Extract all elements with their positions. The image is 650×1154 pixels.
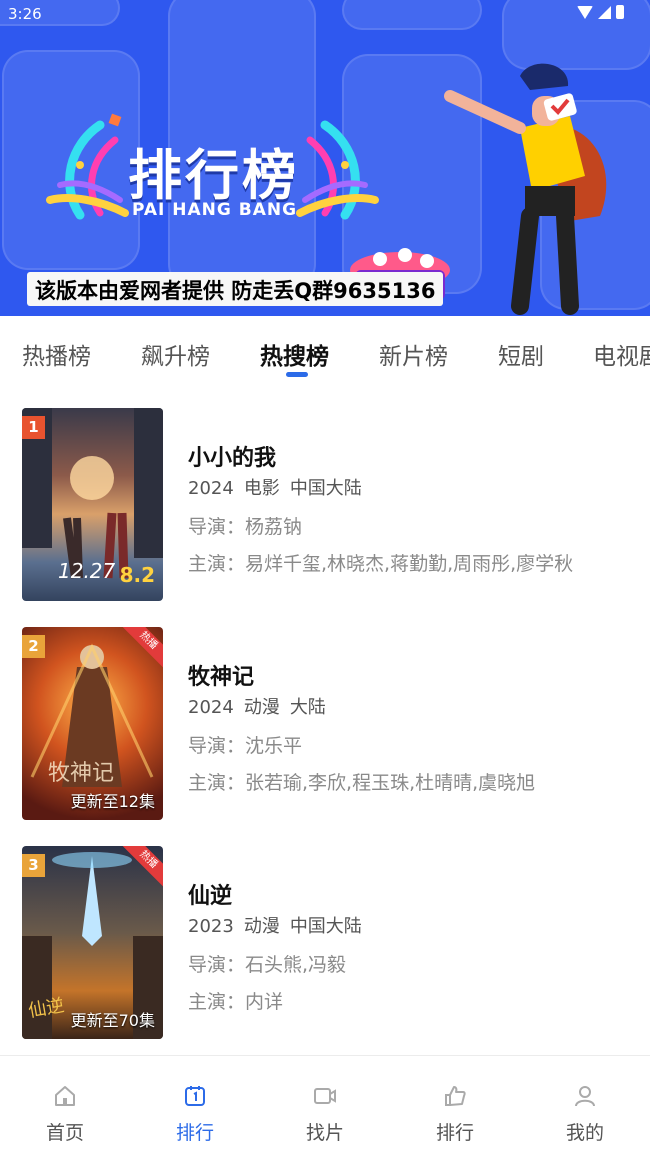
poster-rating: 8.2 bbox=[119, 563, 155, 587]
nav-home-label: 首页 bbox=[45, 1122, 84, 1144]
ranking-banner: 3:26 排行榜 PAI HANG BANG 该版本由爱网者提供 防走丢Q群96… bbox=[0, 0, 650, 316]
tab-hot-play[interactable]: 热播榜 bbox=[22, 337, 91, 371]
rank-badge: 2 bbox=[22, 635, 45, 658]
video-camera-icon bbox=[314, 1088, 336, 1104]
item-meta: 2023 动漫 中国大陆 bbox=[188, 912, 372, 938]
episode-update: 更新至70集 bbox=[70, 1011, 155, 1030]
rank-badge: 1 bbox=[22, 416, 45, 439]
item-director: 导演：沈乐平 bbox=[188, 735, 303, 757]
home-icon bbox=[55, 1086, 75, 1106]
nav-mine[interactable]: 我的 bbox=[545, 1084, 625, 1145]
tab-new-release[interactable]: 新片榜 bbox=[379, 337, 448, 371]
list-item[interactable]: 仙逆 3 热播 更新至70集 仙逆 2023 动漫 中国大陆 导演：石头熊,冯毅 主… bbox=[0, 846, 650, 1040]
ranking-icon bbox=[185, 1086, 205, 1106]
tab-short-drama[interactable]: 短剧 bbox=[498, 337, 544, 371]
poster-image[interactable]: 牧神记 2 热播 更新至12集 bbox=[22, 627, 163, 820]
item-meta: 2024 动漫 大陆 bbox=[188, 693, 336, 719]
ranking-tabs: 热播榜 飙升榜 热搜榜 新片榜 短剧 电视剧 bbox=[0, 316, 650, 388]
logo-title: 排行榜 bbox=[128, 144, 299, 207]
nav-ranking-label: 排行 bbox=[175, 1122, 214, 1144]
item-cast: 主演：内详 bbox=[188, 991, 284, 1013]
item-region: 中国大陆 bbox=[289, 478, 362, 499]
item-title[interactable]: 小小的我 bbox=[188, 440, 276, 472]
poster-image[interactable]: 仙逆 3 热播 更新至70集 bbox=[22, 846, 163, 1039]
item-region: 中国大陆 bbox=[289, 916, 362, 937]
item-title[interactable]: 牧神记 bbox=[188, 659, 254, 691]
poster-date-text: 12.27 bbox=[58, 559, 116, 583]
tab-rising[interactable]: 飙升榜 bbox=[141, 337, 210, 371]
item-meta: 2024 电影 中国大陆 bbox=[188, 474, 372, 500]
item-year: 2023 bbox=[188, 916, 234, 937]
status-time: 3:26 bbox=[8, 5, 42, 23]
item-type: 动漫 bbox=[243, 697, 280, 718]
item-type: 动漫 bbox=[243, 916, 280, 937]
logo-subtitle: PAI HANG BANG bbox=[132, 200, 298, 220]
active-tab-indicator bbox=[286, 372, 308, 377]
item-director: 导演：杨荔钠 bbox=[188, 516, 303, 538]
nav-find-label: 找片 bbox=[305, 1122, 344, 1144]
item-year: 2024 bbox=[188, 478, 234, 499]
tab-tv-series[interactable]: 电视剧 bbox=[593, 337, 650, 371]
tab-hot-search[interactable]: 热搜榜 bbox=[260, 337, 329, 371]
item-cast: 主演：张若瑜,李欣,程玉珠,杜晴晴,虞晓旭 bbox=[188, 772, 536, 794]
item-region: 大陆 bbox=[289, 697, 326, 718]
nav-find[interactable]: 找片 bbox=[285, 1084, 365, 1145]
ranking-logo: 排行榜 PAI HANG BANG bbox=[40, 105, 385, 235]
poster-image[interactable]: 1 12.27 8.2 bbox=[22, 408, 163, 601]
item-director: 导演：石头熊,冯毅 bbox=[188, 954, 347, 976]
list-item[interactable]: 1 12.27 8.2 小小的我 2024 电影 中国大陆 导演：杨荔钠 主演：易烊… bbox=[0, 408, 650, 602]
nav-ranking[interactable]: 排行 bbox=[155, 1084, 235, 1145]
item-type: 电影 bbox=[243, 478, 280, 499]
rank-badge: 3 bbox=[22, 854, 45, 877]
user-icon bbox=[575, 1086, 595, 1107]
bottom-nav: 首页 排行 找片 排行 我的 bbox=[0, 1055, 650, 1154]
nav-home[interactable]: 首页 bbox=[25, 1084, 105, 1145]
status-bar: 3:26 bbox=[0, 0, 650, 28]
battery-icon bbox=[616, 5, 624, 19]
episode-update: 更新至12集 bbox=[70, 792, 155, 811]
thumbs-up-icon bbox=[445, 1086, 466, 1106]
item-year: 2024 bbox=[188, 697, 234, 718]
item-title[interactable]: 仙逆 bbox=[188, 878, 232, 910]
list-item[interactable]: 牧神记 2 热播 更新至12集 牧神记 2024 动漫 大陆 导演：沈乐平 主演：张… bbox=[0, 627, 650, 821]
nav-ranking-2[interactable]: 排行 bbox=[415, 1084, 495, 1145]
signal-icon bbox=[598, 5, 611, 19]
wifi-icon bbox=[577, 5, 593, 19]
item-cast: 主演：易烊千玺,林晓杰,蒋勤勤,周雨彤,廖学秋 bbox=[188, 553, 574, 575]
nav-ranking-2-label: 排行 bbox=[435, 1122, 474, 1144]
nav-mine-label: 我的 bbox=[565, 1122, 604, 1144]
notice-banner: 该版本由爱网者提供 防走丢Q群9635136 bbox=[27, 272, 444, 306]
poster-title-text: 牧神记 bbox=[48, 761, 115, 786]
